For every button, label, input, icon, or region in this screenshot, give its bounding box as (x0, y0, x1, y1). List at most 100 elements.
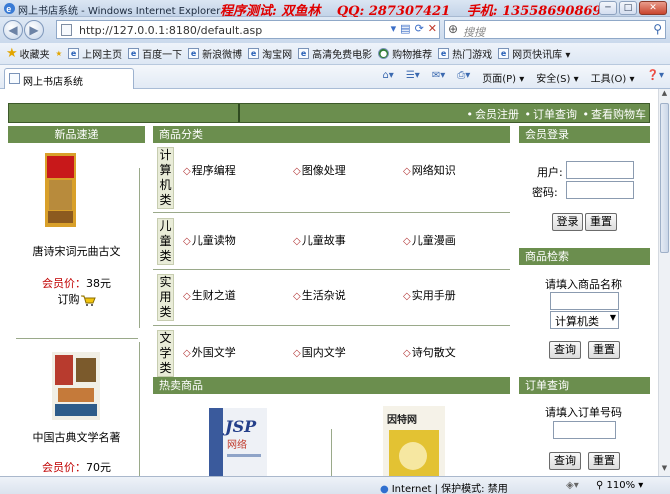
product-divider (16, 338, 138, 339)
order-number-input[interactable] (553, 421, 616, 439)
status-bar: ● Internet | 保护模式: 禁用 ◈▾ ⚲ 110% ▾ (0, 476, 670, 494)
forward-button[interactable]: ▶ (24, 20, 44, 40)
nav-register-link[interactable]: • 会员注册 (467, 108, 520, 121)
scroll-up-icon[interactable]: ▲ (659, 89, 670, 101)
address-field[interactable]: http://127.0.0.1:8180/default.asp ▾ ▤ ⟳ … (56, 20, 440, 39)
login-header: 会员登录 (519, 126, 650, 143)
category-link[interactable]: ◇外国文学 (183, 344, 236, 360)
refresh-icon[interactable]: ⟳ (415, 22, 424, 35)
category-link[interactable]: ◇网络知识 (403, 162, 456, 178)
login-reset-button[interactable]: 重置 (585, 213, 617, 231)
nav-order-link[interactable]: • 订单查询 (525, 108, 578, 121)
compat-view-icon[interactable]: ▤ (400, 22, 410, 35)
category-link[interactable]: ◇国内文学 (293, 344, 346, 360)
search-query-button[interactable]: 查询 (549, 341, 581, 359)
globe-icon: ● (380, 484, 389, 494)
back-button[interactable]: ◀ (3, 20, 23, 40)
hot-book-cover-1[interactable]: JSP 网络 (209, 408, 267, 476)
login-button[interactable]: 登录 (552, 213, 583, 231)
close-button[interactable]: ✕ (639, 1, 667, 15)
category-separator (153, 269, 510, 270)
dropdown-icon[interactable]: ▾ (391, 22, 397, 35)
category-link[interactable]: ◇儿童读物 (183, 232, 236, 248)
minimize-button[interactable]: ─ (599, 1, 617, 15)
fav-item-2[interactable]: e 新浪微博 (188, 46, 242, 61)
category-link[interactable]: ◇程序编程 (183, 162, 236, 178)
category-separator (153, 212, 510, 213)
order-prompt: 请填入订单号码 (545, 406, 622, 419)
book-cover-image-2[interactable] (52, 352, 100, 420)
fav-item-6[interactable]: e 热门游戏 (438, 46, 492, 61)
top-nav-links: • 会员注册 • 订单查询 • 查看购物车 (465, 106, 647, 122)
url-text[interactable]: http://127.0.0.1:8180/default.asp (79, 24, 262, 37)
print-icon[interactable]: ⎙▾ (457, 70, 470, 85)
category-link[interactable]: ◇儿童漫画 (403, 232, 456, 248)
category-link[interactable]: ◇生财之道 (183, 287, 236, 303)
zoom-icon: ⚲ (596, 480, 604, 491)
favorites-button[interactable]: ★ 收藏夹 (6, 46, 50, 61)
category-select[interactable]: 计算机类 ▼ (550, 311, 619, 329)
password-input[interactable] (566, 181, 634, 199)
category-link[interactable]: ◇实用手册 (403, 287, 456, 303)
password-label: 密码: (532, 186, 558, 199)
cart-icon[interactable] (80, 294, 96, 306)
window-controls: ─ □ ✕ (599, 1, 667, 15)
zoom-control[interactable]: ⚲ 110% ▾ (596, 480, 643, 491)
page-menu[interactable]: 页面(P) ▾ (482, 70, 524, 85)
svg-text:因特网: 因特网 (387, 413, 417, 426)
scrollbar-thumb[interactable] (660, 103, 669, 253)
command-bar: 网上书店系统 ⌂▾ ☰▾ ✉▾ ⎙▾ 页面(P) ▾ 安全(S) ▾ 工具(O)… (0, 65, 670, 89)
order-link[interactable]: 订购 (8, 291, 145, 307)
search-box[interactable]: ⊕ 搜搜 ⚲ (444, 20, 666, 39)
category-link[interactable]: ◇诗句散文 (403, 344, 456, 360)
fav-item-5[interactable]: ● 购物推荐 (378, 46, 432, 61)
help-icon[interactable]: ❓▾ (647, 70, 664, 85)
new-arrivals-header: 新品速递 (8, 126, 145, 143)
safety-menu[interactable]: 安全(S) ▾ (536, 70, 578, 85)
search-input[interactable]: 搜搜 (463, 24, 485, 40)
category-link[interactable]: ◇儿童故事 (293, 232, 346, 248)
top-nav: • 会员注册 • 订单查询 • 查看购物车 (8, 103, 650, 123)
address-icons: ▾ ▤ ⟳ ✕ (391, 22, 437, 35)
column-divider-2 (139, 342, 140, 476)
product-name[interactable]: 唐诗宋词元曲古文 (8, 243, 145, 259)
book-cover-image[interactable] (45, 153, 76, 227)
address-toolbar: ◀ ▶ http://127.0.0.1:8180/default.asp ▾ … (0, 17, 670, 43)
page-viewport: • 会员注册 • 订单查询 • 查看购物车 新品速递 唐诗宋词元曲古文 会员价：38元… (0, 89, 658, 476)
product-name-2[interactable]: 中国古典文学名著 (8, 429, 145, 445)
category-label-literature: 文学类 (157, 330, 174, 377)
search-reset-button[interactable]: 重置 (588, 341, 620, 359)
fav-item-0[interactable]: e 上网主页 (68, 46, 122, 61)
category-link[interactable]: ◇图像处理 (293, 162, 346, 178)
order-query-button[interactable]: 查询 (549, 452, 581, 470)
home-icon[interactable]: ⌂▾ (382, 70, 393, 85)
chevron-down-icon: ▼ (609, 313, 616, 322)
protected-mode-icon[interactable]: ◈▾ (566, 480, 579, 491)
hot-book-cover-2[interactable]: 因特网 (383, 406, 445, 476)
maximize-button[interactable]: □ (619, 1, 637, 15)
product-name-input[interactable] (550, 292, 619, 310)
scroll-down-icon[interactable]: ▼ (659, 464, 670, 476)
nav-cart-link[interactable]: • 查看购物车 (583, 108, 647, 121)
stop-icon[interactable]: ✕ (428, 22, 437, 35)
category-label-children: 儿童类 (157, 218, 174, 265)
ie-icon: e (4, 3, 15, 14)
tab-main[interactable]: 网上书店系统 (4, 68, 134, 89)
tab-page-icon (9, 73, 20, 84)
order-reset-button[interactable]: 重置 (588, 452, 620, 470)
mail-icon[interactable]: ✉▾ (432, 70, 445, 85)
category-link[interactable]: ◇生活杂说 (293, 287, 346, 303)
fav-item-1[interactable]: e 百度一下 (128, 46, 182, 61)
username-input[interactable] (566, 161, 634, 179)
add-favorite-icon[interactable]: ⭑ (56, 46, 62, 61)
category-label-practical: 实用类 (157, 274, 174, 321)
search-header: 商品检索 (519, 248, 650, 265)
fav-item-7[interactable]: e 网页快讯库 ▾ (498, 46, 570, 61)
search-icon[interactable]: ⚲ (653, 22, 662, 36)
feeds-icon[interactable]: ☰▾ (406, 70, 420, 85)
fav-item-4[interactable]: e 高清免费电影 (298, 46, 372, 61)
vertical-scrollbar[interactable]: ▲ ▼ (658, 89, 670, 476)
fav-item-3[interactable]: e 淘宝网 (248, 46, 292, 61)
search-prompt: 请填入商品名称 (545, 278, 622, 291)
tools-menu[interactable]: 工具(O) ▾ (591, 70, 635, 85)
